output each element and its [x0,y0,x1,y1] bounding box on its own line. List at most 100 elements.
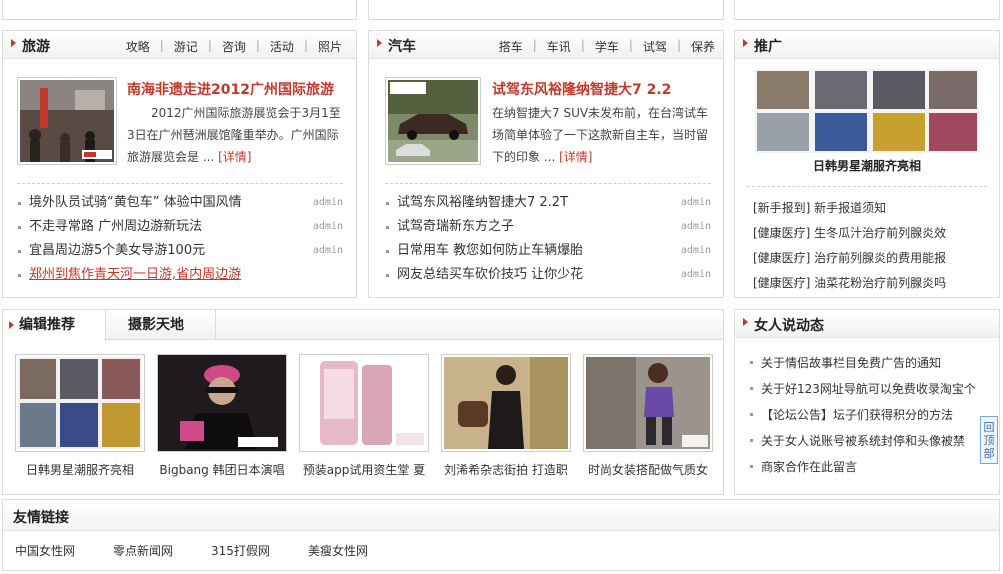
gallery-item[interactable]: 日韩男星潮服齐亮相 [15,354,145,478]
car-feature-title[interactable]: 试驾东风裕隆纳智捷大7 2.2 [492,79,671,99]
list-item-link[interactable]: 试驾东风裕隆纳智捷大7 2.2T [397,195,568,210]
travel-nav-item[interactable]: 照片 [318,38,342,55]
list-item-link[interactable]: 日常用车 教您如何防止车辆爆胎 [397,243,583,258]
female-fashion-photo-icon [586,357,710,449]
car-nav-item[interactable]: 学车 [595,38,619,55]
travel-nav-item[interactable]: 攻略 [126,38,150,55]
list-item-author: admin [312,245,343,256]
list-item-link[interactable]: 关于女人说账号被系统封停和头像被禁 [761,434,965,448]
gallery-image[interactable] [157,354,287,452]
nav-separator: | [207,38,212,52]
list-item: 不走寻常路 广州周边游新玩法 admin [17,215,343,239]
list-item: 关于好123网址导航可以免费收录淘宝个 [749,376,995,402]
list-item-author: admin [312,221,343,232]
women-panel: 女人说动态 关于情侣故事栏目免费广告的通知 关于好123网址导航可以免费收录淘宝… [734,309,1000,495]
gallery-item[interactable]: 刘浠希杂志街拍 打造职 [441,354,571,478]
expo-photo-icon [20,80,114,162]
promo-list-item[interactable]: [健康医疗] 生冬瓜汁治疗前列腺炎效 [753,221,946,246]
gallery-image[interactable] [15,354,145,452]
arrow-icon [377,39,382,47]
travel-nav-item[interactable]: 游记 [174,38,198,55]
fashion-photo-icon [18,357,142,449]
list-item-author: admin [680,221,711,232]
promo-header: 推广 [735,31,999,59]
gallery-caption[interactable]: 时尚女装搭配做气质女 [583,461,713,478]
list-item-author: admin [680,245,711,256]
travel-nav-item[interactable]: 活动 [270,38,294,55]
arrow-icon [743,39,748,47]
nav-separator: | [255,38,260,52]
divider [385,183,711,184]
gallery-item[interactable]: 时尚女装搭配做气质女 [583,354,713,478]
previous-box-stub-left [2,0,357,20]
travel-feature-title[interactable]: 南海非遗走进2012广州国际旅游 [127,79,334,99]
promo-list-item[interactable]: [健康医疗] 治疗前列腺炎的费用能报 [753,246,946,271]
gallery-item[interactable]: Bigbang 韩团日本演唱 [157,354,287,478]
gallery-image[interactable] [299,354,429,452]
tab-label: 摄影天地 [128,317,184,333]
car-more-link[interactable]: [详情] [559,150,592,164]
women-list: 关于情侣故事栏目免费广告的通知 关于好123网址导航可以免费收录淘宝个 【论坛公… [749,350,995,480]
list-item-link[interactable]: 试驾奇瑞新东方之子 [397,219,514,234]
list-item: 试驾东风裕隆纳智捷大7 2.2T admin [385,191,711,215]
list-item-link[interactable]: 关于情侣故事栏目免费广告的通知 [761,356,941,370]
list-item: 商家合作在此留言 [749,454,995,480]
list-item: 关于情侣故事栏目免费广告的通知 [749,350,995,376]
gallery-caption[interactable]: 刘浠希杂志街拍 打造职 [441,461,571,478]
phone-photo-icon [302,357,426,449]
gallery-caption[interactable]: 预装app试用资生堂 夏 [299,461,429,478]
travel-feature-image[interactable] [17,77,117,165]
friend-link[interactable]: 315打假网 [211,542,270,559]
list-item: 【论坛公告】坛子们获得积分的方法 [749,402,995,428]
travel-nav: 攻略 | 游记 | 咨询 | 活动 | 照片 [126,38,342,55]
friend-link[interactable]: 美瘦女性网 [308,542,368,559]
list-item-link[interactable]: 境外队员试骑“黄包车” 体验中国风情 [29,195,242,210]
car-nav-item[interactable]: 车讯 [547,38,571,55]
divider [747,186,987,187]
list-item-author: admin [680,197,711,208]
list-item-link[interactable]: 【论坛公告】坛子们获得积分的方法 [761,408,953,422]
gallery-image[interactable] [583,354,713,452]
gallery-image[interactable] [441,354,571,452]
previous-box-stub-middle [368,0,724,20]
nav-separator: | [303,38,308,52]
list-item-link[interactable]: 宜昌周边游5个美女导游100元 [29,243,205,258]
list-item-link[interactable]: 不走寻常路 广州周边游新玩法 [29,219,202,234]
tab-photography[interactable]: 摄影天地 [110,310,216,340]
car-nav-item[interactable]: 保养 [691,38,715,55]
car-nav-item[interactable]: 试驾 [643,38,667,55]
travel-nav-item[interactable]: 咨询 [222,38,246,55]
car-feature-desc: 在纳智捷大7 SUV未发布前，在台湾试车场简单体验了一下这款新自主车，当时留下的… [492,102,710,168]
list-item: 日常用车 教您如何防止车辆爆胎 admin [385,239,711,263]
travel-more-link[interactable]: [详情] [218,150,251,164]
promo-title: 推广 [754,39,782,55]
tab-editor-picks[interactable]: 编辑推荐 [2,310,106,341]
promo-list-item[interactable]: [新手报到] 新手报道须知 [753,196,946,221]
nav-separator: | [532,38,537,52]
gallery-caption[interactable]: 日韩男星潮服齐亮相 [15,461,145,478]
list-item-author: admin [312,197,343,208]
arrow-icon [11,39,16,47]
friend-link[interactable]: 中国女性网 [15,542,75,559]
promo-image-caption[interactable]: 日韩男星潮服齐亮相 [735,157,999,174]
car-nav-item[interactable]: 搭车 [499,38,523,55]
list-item: 试驾奇瑞新东方之子 admin [385,215,711,239]
promo-image[interactable] [755,69,979,153]
gallery-item[interactable]: 预装app试用资生堂 夏 [299,354,429,478]
friend-link[interactable]: 零点新闻网 [113,542,173,559]
car-feature-image[interactable] [385,77,481,165]
list-item-link[interactable]: 商家合作在此留言 [761,460,857,474]
gallery-caption[interactable]: Bigbang 韩团日本演唱 [157,461,287,478]
list-item-link[interactable]: 网友总结买车砍价技巧 让你少花 [397,267,583,282]
back-to-top-button[interactable]: 回顶部 [980,416,998,464]
car-nav: 搭车 | 车讯 | 学车 | 试驾 | 保养 [499,38,715,55]
promo-list-item[interactable]: [健康医疗] 油菜花粉治疗前列腺炎吗 [753,271,946,296]
singer-photo-icon [160,357,284,449]
car-title: 汽车 [388,39,416,55]
list-item-link[interactable]: 关于好123网址导航可以免费收录淘宝个 [761,382,976,396]
previous-box-stub-right [734,0,1000,20]
nav-separator: | [628,38,633,52]
list-item: 关于女人说账号被系统封停和头像被禁 [749,428,995,454]
arrow-icon [743,318,748,326]
list-item-link-highlighted[interactable]: 郑州到焦作青天河一日游,省内周边游 [29,267,241,282]
